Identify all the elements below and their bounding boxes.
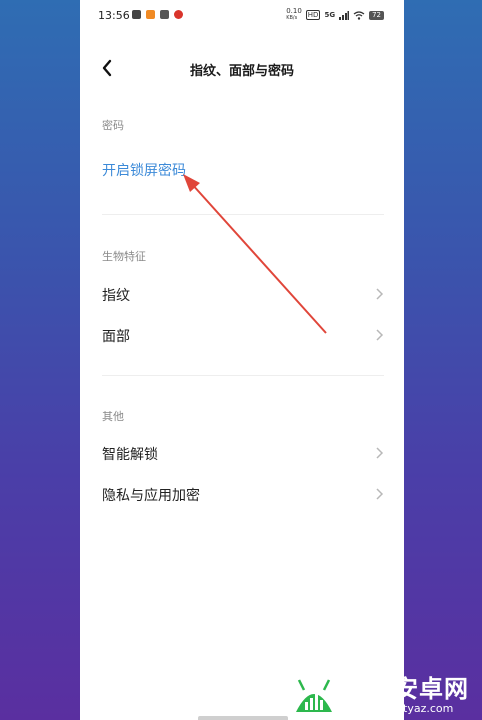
status-bar: 13:56 0.10 KB/s HD 5G 72 (80, 0, 404, 30)
wifi-icon (353, 10, 365, 20)
net-speed: 0.10 KB/s (286, 7, 302, 22)
list-item-face[interactable]: 面部 (102, 323, 384, 349)
watermark-title: 天源安卓网 (344, 675, 469, 703)
watermark: 天源安卓网 www.jytyaz.com (288, 664, 482, 720)
battery-icon: 72 (369, 10, 384, 20)
signal-bars-icon (339, 10, 350, 20)
divider (102, 214, 384, 215)
list-item-privacy-app-encryption[interactable]: 隐私与应用加密 (102, 482, 384, 508)
enable-lock-screen-password[interactable]: 开启锁屏密码 (102, 157, 384, 183)
item-label: 指纹 (102, 288, 130, 304)
list-item-smart-unlock[interactable]: 智能解锁 (102, 441, 384, 467)
status-time: 13:56 (98, 9, 130, 22)
section-label-biometrics: 生物特征 (102, 250, 146, 263)
message-icon (132, 10, 141, 19)
page-title: 指纹、面部与密码 (189, 64, 294, 79)
status-indicators: 0.10 KB/s HD 5G 72 (286, 8, 384, 22)
divider (102, 375, 384, 376)
gallery-icon (160, 10, 169, 19)
item-label: 面部 (102, 329, 130, 345)
chevron-right-icon (376, 329, 384, 341)
signal-5g: 5G (324, 11, 336, 19)
home-indicator[interactable] (198, 716, 288, 720)
phone-screen: 13:56 0.10 KB/s HD 5G 72 指纹、面部与密码 密码 开启锁… (80, 0, 404, 720)
app-notification-icon (146, 10, 155, 19)
android-logo-icon (296, 679, 332, 712)
section-label-other: 其他 (102, 410, 124, 423)
alert-icon (174, 10, 183, 19)
section-label-password: 密码 (102, 119, 124, 132)
chevron-right-icon (376, 488, 384, 500)
item-label: 开启锁屏密码 (102, 163, 186, 179)
list-item-fingerprint[interactable]: 指纹 (102, 282, 384, 308)
nav-header: 指纹、面部与密码 (80, 54, 404, 84)
chevron-right-icon (376, 288, 384, 300)
watermark-url: www.jytyaz.com (364, 702, 454, 715)
item-label: 智能解锁 (102, 447, 158, 463)
hd-badge: HD (305, 10, 321, 20)
chevron-right-icon (376, 447, 384, 459)
item-label: 隐私与应用加密 (102, 488, 200, 504)
